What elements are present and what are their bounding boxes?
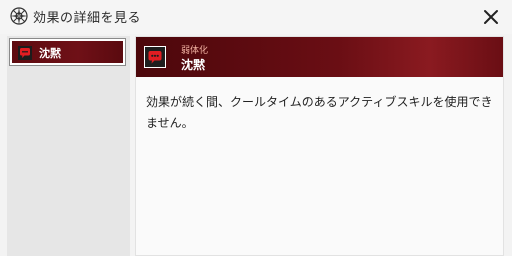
sidebar-item-label: 沈黙 [39, 47, 61, 60]
effect-name: 沈黙 [181, 58, 206, 72]
title-bar: 効果の詳細を見る [0, 0, 512, 34]
speech-bubble-icon [144, 46, 166, 68]
close-icon[interactable] [480, 6, 502, 28]
effect-description: 効果が続く間、クールタイムのあるアクティブスキルを使用できません。 [146, 95, 493, 130]
sidebar-item-silence[interactable]: 沈黙 [9, 38, 126, 66]
effect-header: 弱体化 沈黙 [136, 37, 503, 77]
speech-bubble-icon [18, 45, 32, 60]
effect-detail-window: 効果の詳細を見る 沈黙 弱体化 沈黙 効果が続く間、クールタイムのあるアクティブ… [0, 0, 512, 256]
effect-category: 弱体化 [181, 46, 209, 56]
compass-emblem-icon [9, 6, 29, 26]
effect-detail-panel: 弱体化 沈黙 効果が続く間、クールタイムのあるアクティブスキルを使用できません。 [135, 36, 504, 256]
effect-list-sidebar: 沈黙 [7, 36, 130, 256]
window-title: 効果の詳細を見る [33, 11, 142, 26]
